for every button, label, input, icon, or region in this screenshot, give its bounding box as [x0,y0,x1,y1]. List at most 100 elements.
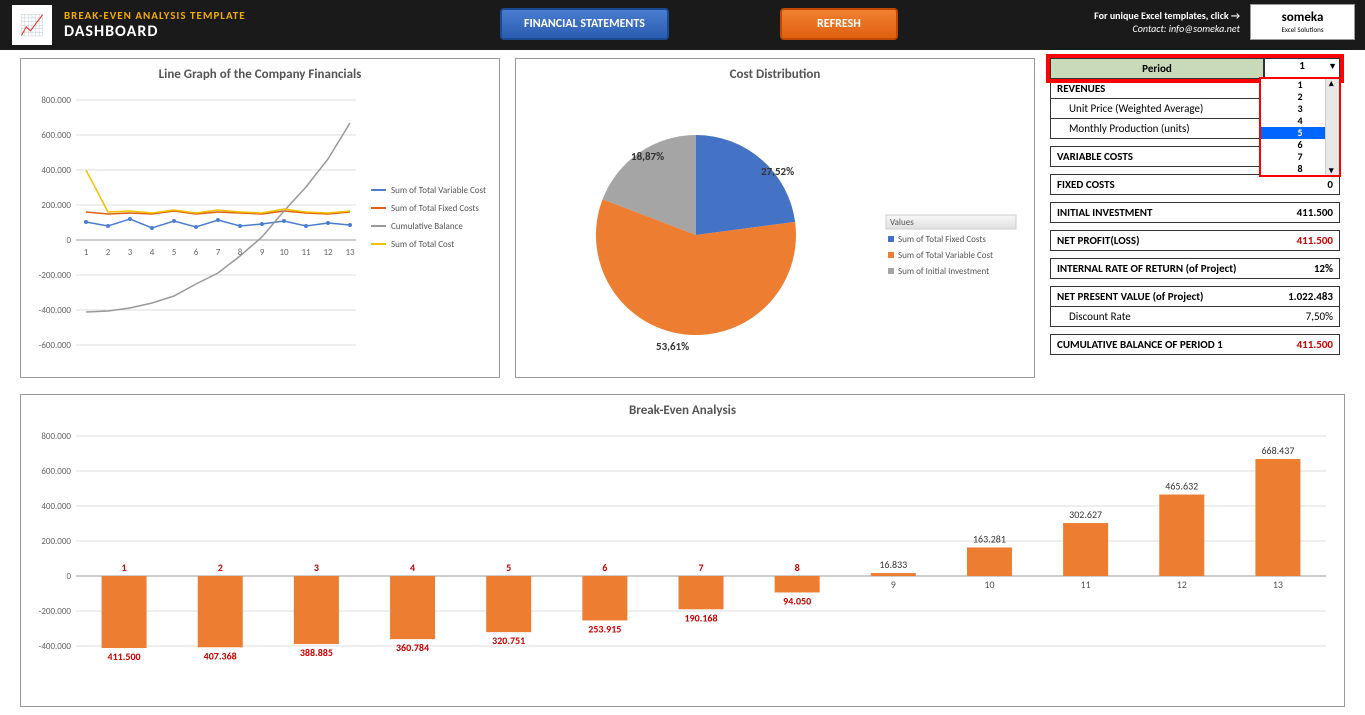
svg-text:5: 5 [172,247,177,258]
svg-text:13: 13 [345,247,355,258]
svg-text:Cumulative Balance: Cumulative Balance [391,221,463,232]
svg-text:Sum of Initial Investment: Sum of Initial Investment [898,266,989,277]
header-right: For unique Excel templates, click → Cont… [1094,4,1355,40]
svg-text:11: 11 [301,247,311,258]
unit-price-label: Unit Price (Weighted Average) [1051,99,1264,118]
svg-text:200.000: 200.000 [41,200,71,211]
svg-text:10: 10 [984,578,994,591]
period-selector-row: Period 1 ▼ 1 2 3 4 5 6 7 8 [1050,58,1340,79]
svg-text:Sum of Total Cost: Sum of Total Cost [391,239,454,250]
svg-text:400.000: 400.000 [41,501,71,512]
svg-text:411.500: 411.500 [108,650,141,663]
template-name: BREAK-EVEN ANALYSIS TEMPLATE [64,9,246,22]
svg-text:Sum of Total Variable Cost: Sum of Total Variable Cost [898,250,993,261]
templates-link[interactable]: For unique Excel templates, click → [1094,9,1240,22]
line-chart-title: Line Graph of the Company Financials [21,59,499,90]
svg-text:600.000: 600.000 [41,466,71,477]
bar-chart-title: Break-Even Analysis [21,395,1344,426]
svg-text:0: 0 [66,571,71,582]
svg-text:388.885: 388.885 [300,646,333,659]
svg-text:400.000: 400.000 [41,165,71,176]
net-profit-label: NET PROFIT(LOSS) [1051,231,1264,250]
svg-text:800.000: 800.000 [41,95,71,106]
svg-text:253.915: 253.915 [588,622,621,635]
svg-text:94.050: 94.050 [783,594,811,607]
contact-text: Contact: info@someka.net [1094,22,1240,35]
svg-text:-200.000: -200.000 [39,606,72,617]
svg-text:1: 1 [122,561,127,574]
refresh-button[interactable]: REFRESH [780,8,898,40]
svg-text:4: 4 [410,561,415,574]
initial-inv-label: INITIAL INVESTMENT [1051,203,1264,222]
svg-text:302.627: 302.627 [1069,508,1102,521]
svg-text:320.751: 320.751 [492,634,525,647]
fixed-costs-value: 0 [1264,175,1339,194]
page-title: DASHBOARD [64,22,246,41]
svg-text:12: 12 [323,247,333,258]
cumbal-label: CUMULATIVE BALANCE OF PERIOD 1 [1051,335,1264,354]
svg-text:3: 3 [128,247,133,258]
svg-text:600.000: 600.000 [41,130,71,141]
svg-text:7: 7 [698,561,703,574]
period-dropdown[interactable]: 1 ▼ 1 2 3 4 5 6 7 8 [1264,59,1339,78]
svg-text:2: 2 [218,561,223,574]
title-block: BREAK-EVEN ANALYSIS TEMPLATE DASHBOARD [64,9,246,41]
period-dropdown-list[interactable]: 1 2 3 4 5 6 7 8 [1259,77,1341,177]
svg-text:10: 10 [279,247,289,258]
variable-costs-label: VARIABLE COSTS [1051,147,1264,166]
app-header: 📈 BREAK-EVEN ANALYSIS TEMPLATE DASHBOARD… [0,0,1365,50]
svg-text:7: 7 [216,247,221,258]
svg-text:11: 11 [1081,578,1091,591]
line-chart: 800.000600.000400.000 200.0000-200.000 -… [21,90,501,380]
app-logo-icon: 📈 [12,5,52,45]
svg-text:13: 13 [1273,578,1283,591]
someka-logo[interactable]: someka Excel Solutions [1250,4,1355,40]
svg-text:Sum of Total Fixed Costs: Sum of Total Fixed Costs [898,234,986,245]
svg-text:2: 2 [106,247,111,258]
svg-text:407.368: 407.368 [204,649,237,662]
svg-text:Sum of Total Fixed Costs: Sum of Total Fixed Costs [391,203,479,214]
svg-text:12: 12 [1177,578,1187,591]
svg-text:6: 6 [194,247,199,258]
cumbal-value: 411.500 [1264,335,1339,354]
svg-text:465.632: 465.632 [1165,480,1198,493]
npv-label: NET PRESENT VALUE (of Project) [1051,287,1264,306]
svg-text:5: 5 [506,561,511,574]
svg-text:16.833: 16.833 [879,558,907,571]
svg-text:163.281: 163.281 [973,532,1006,545]
svg-text:-400.000: -400.000 [39,641,72,652]
svg-text:8: 8 [238,247,243,258]
net-profit-value: 411.500 [1264,231,1339,250]
chevron-down-icon: ▼ [1328,61,1337,72]
svg-text:Values: Values [890,217,914,228]
initial-inv-value: 411.500 [1264,203,1339,222]
fixed-costs-label: FIXED COSTS [1051,175,1264,194]
svg-text:1: 1 [84,247,89,258]
bar-chart-panel: Break-Even Analysis 800.000 600.000 400.00… [20,394,1345,707]
svg-text:8: 8 [795,561,800,574]
svg-text:800.000: 800.000 [41,431,71,442]
npv-value: 1.022.483 [1264,287,1339,306]
revenues-label: REVENUES [1051,79,1264,98]
svg-text:360.784: 360.784 [396,641,429,654]
svg-text:-400.000: -400.000 [39,305,72,316]
irr-label: INTERNAL RATE OF RETURN (of Project) [1051,259,1264,278]
svg-text:4: 4 [150,247,155,258]
svg-text:-600.000: -600.000 [39,340,72,351]
svg-text:Sum of Total Variable Cost: Sum of Total Variable Cost [391,185,486,196]
irr-value: 12% [1264,259,1339,278]
svg-text:200.000: 200.000 [41,536,71,547]
discount-label: Discount Rate [1051,307,1264,326]
financial-statements-button[interactable]: FINANCIAL STATEMENTS [500,8,669,40]
svg-text:6: 6 [602,561,607,574]
svg-text:9: 9 [260,247,265,258]
dropdown-scrollbar[interactable] [1325,79,1339,175]
svg-text:18,87%: 18,87% [631,150,664,163]
monthly-prod-label: Monthly Production (units) [1051,119,1264,138]
svg-text:27,52%: 27,52% [761,165,794,178]
line-chart-panel: Line Graph of the Company Financials 800… [20,58,500,378]
pie-chart-panel: Cost Distribution 27,52% 53,61% 18,87% V… [515,58,1035,378]
period-label: Period [1051,59,1264,78]
svg-text:9: 9 [891,578,896,591]
svg-text:-200.000: -200.000 [39,270,72,281]
